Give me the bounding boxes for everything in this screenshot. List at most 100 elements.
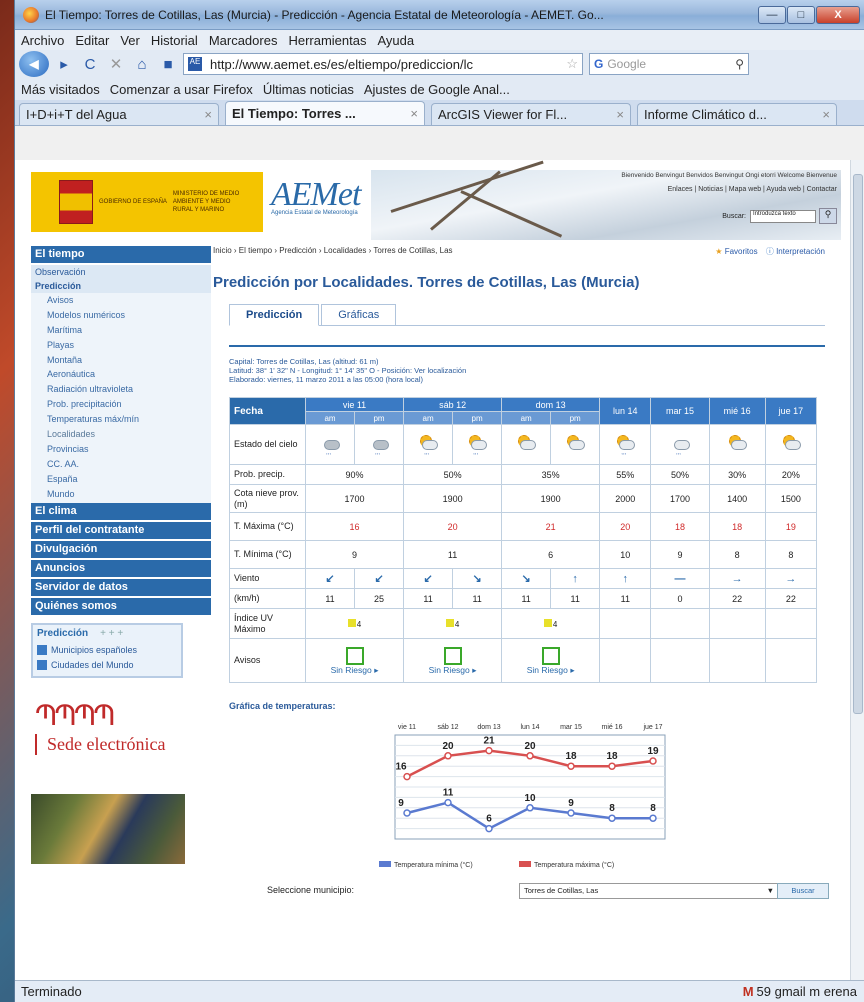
bookmark-mas-visitados[interactable]: Más visitados [21,82,100,97]
sidebar-anuncios[interactable]: Anuncios [31,560,211,578]
menu-herramientas[interactable]: Herramientas [288,33,366,48]
navigation-toolbar: ◀ ▸ C ✕ ⌂ ■ AE http://www.aemet.es/es/el… [15,50,864,78]
tab-idi-agua[interactable]: I+D+i+T del Agua × [19,103,219,125]
back-button[interactable]: ◀ [19,51,49,77]
sidebar-item-aeronautica[interactable]: Aeronáutica [31,367,211,382]
tab-graficas[interactable]: Gráficas [321,304,397,326]
sidebar-item-playas[interactable]: Playas [31,338,211,353]
tab-el-tiempo[interactable]: El Tiempo: Torres ... × [225,101,425,125]
sidebar-item-espana[interactable]: España [31,472,211,487]
search-icon[interactable]: ⚲ [735,57,744,71]
chart-x-tick-label: sáb 12 [437,724,458,731]
sidebar-item-provincias[interactable]: Provincias [31,442,211,457]
scrollbar-thumb[interactable] [853,174,863,714]
left-sidebar: El tiempo Observación Predicción Avisos … [31,246,211,865]
bookmark-comenzar-firefox[interactable]: Comenzar a usar Firefox [110,82,253,97]
tmax-cell: 18 [650,512,710,541]
day-header: jue 17 [764,397,818,425]
sidebar-prediccion[interactable]: Predicción [31,279,211,293]
sidebar-item-prob-precip[interactable]: Prob. precipitación [31,397,211,412]
interpretacion-link[interactable]: Interpretación [776,247,825,256]
bookmark-ajustes-google[interactable]: Ajustes de Google Anal... [364,82,510,97]
site-search-icon[interactable]: ⚲ [819,208,837,224]
favoritos-link[interactable]: Favoritos [725,247,758,256]
uv-index: 4 [347,618,361,629]
bookmark-star-icon[interactable]: ☆ [566,56,578,72]
sidebar-item-temperaturas[interactable]: Temperaturas máx/mín [31,412,211,427]
link-ciudades-mundo[interactable]: Ciudades del Mundo [37,657,177,672]
sidebar-item-mundo[interactable]: Mundo [31,487,211,502]
url-bar[interactable]: AE http://www.aemet.es/es/eltiempo/predi… [183,53,583,75]
stop-icon[interactable]: ✕ [105,55,127,73]
sidebar-prediccion-list: Avisos Modelos numéricos Marítima Playas… [31,293,211,504]
menu-editar[interactable]: Editar [75,33,109,48]
half-day-header: pm [550,411,601,425]
buscar-button[interactable]: Buscar [777,883,829,899]
aemet-logo[interactable]: AEMet Agencia Estatal de Meteorología [271,176,371,232]
close-tab-icon[interactable]: × [200,107,212,122]
content-tabs: Predicción Gráficas [229,304,825,326]
menu-historial[interactable]: Historial [151,33,198,48]
reload-icon[interactable]: C [79,56,101,73]
menu-ayuda[interactable]: Ayuda [377,33,414,48]
chart-x-tick-label: jue 17 [642,724,662,731]
bookmark-ultimas-noticias[interactable]: Últimas noticias [263,82,354,97]
browser-window: El Tiempo: Torres de Cotillas, Las (Murc… [14,0,864,1002]
site-search-input[interactable]: Introduzca texto [750,209,816,223]
uv-icon [445,618,454,627]
satellite-image[interactable] [31,794,185,865]
close-button[interactable]: X [816,5,860,24]
home-icon[interactable]: ⌂ [131,56,153,73]
sede-electronica-banner[interactable]: ՊՊՊՊ Sede electrónica [31,700,211,776]
sidebar-el-tiempo[interactable]: El tiempo [31,246,211,263]
tab-informe-climatico[interactable]: Informe Climático d... × [637,103,837,125]
grafica-title: Gráfica de temperaturas: [229,701,336,711]
wind-arrow-icon: ↙ [403,568,454,589]
forward-icon[interactable]: ▸ [53,55,75,73]
sidebar-item-avisos[interactable]: Avisos [31,293,211,308]
sidebar-observacion[interactable]: Observación [31,265,211,279]
prob-cell: 20% [764,464,818,485]
close-tab-icon[interactable]: × [406,106,418,121]
close-tab-icon[interactable]: × [612,107,624,122]
menu-archivo[interactable]: Archivo [21,33,64,48]
sidebar-item-maritima[interactable]: Marítima [31,323,211,338]
sidebar-item-localidades[interactable]: Localidades [31,427,211,442]
vertical-scrollbar[interactable] [850,160,864,980]
uv-icon [543,618,552,627]
addon-icon[interactable]: ■ [157,56,179,73]
sidebar-quienes-somos[interactable]: Quiénes somos [31,598,211,616]
sidebar-divulgacion[interactable]: Divulgación [31,541,211,559]
sidebar-item-ccaa[interactable]: CC. AA. [31,457,211,472]
aviso-link[interactable]: Sin Riesgo ▸ [429,645,477,676]
sidebar-el-clima[interactable]: El clima [31,503,211,521]
tmax-cell: 20 [403,512,503,541]
row-label: Cota nieve prov.(m) [229,484,306,513]
predbox-controls[interactable]: + + + [100,628,123,639]
gmail-status[interactable]: 59 gmail m erena [757,984,857,999]
menu-ver[interactable]: Ver [120,33,140,48]
tab-arcgis[interactable]: ArcGIS Viewer for Fl... × [431,103,631,125]
sidebar-item-montana[interactable]: Montaña [31,353,211,368]
sidebar-servidor-datos[interactable]: Servidor de datos [31,579,211,597]
top-links[interactable]: Enlaces | Noticias | Mapa web | Ayuda we… [668,186,837,193]
row-label: T. Mínima (°C) [229,540,306,569]
chart-data-point [608,814,616,822]
tab-prediccion[interactable]: Predicción [229,304,320,326]
search-field[interactable]: G Google ⚲ [589,53,749,75]
cota-cell: 1900 [501,484,601,513]
sidebar-item-radiacion[interactable]: Radiación ultravioleta [31,382,211,397]
aviso-link[interactable]: Sin Riesgo ▸ [527,645,575,676]
chart-data-label: 18 [606,751,618,762]
sidebar-item-modelos[interactable]: Modelos numéricos [31,308,211,323]
aviso-link[interactable]: Sin Riesgo ▸ [331,645,378,676]
municipio-select[interactable]: Torres de Cotillas, Las ▼ [519,883,779,899]
maximize-button[interactable]: □ [787,5,815,24]
prob-cell: 90% [304,464,405,485]
wind-arrow-icon: ↘ [452,568,503,589]
menu-marcadores[interactable]: Marcadores [209,33,278,48]
link-municipios[interactable]: Municipios españoles [37,642,177,657]
close-tab-icon[interactable]: × [818,107,830,122]
sidebar-perfil-contratante[interactable]: Perfil del contratante [31,522,211,540]
minimize-button[interactable]: — [758,5,786,24]
